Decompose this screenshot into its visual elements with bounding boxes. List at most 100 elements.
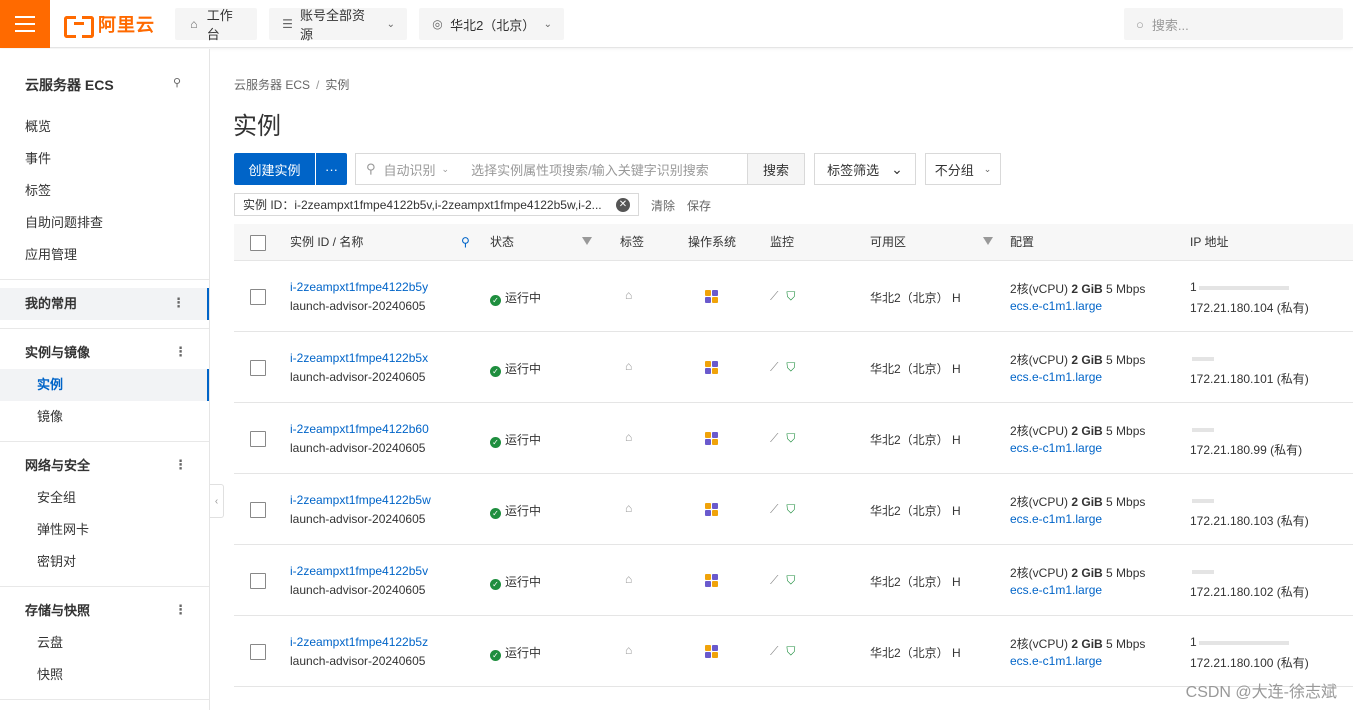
row-checkbox[interactable] (250, 360, 266, 376)
sidebar-item-disk[interactable]: 云盘 (0, 627, 209, 659)
tag-icon[interactable]: ⌂ (625, 430, 632, 444)
row-checkbox[interactable] (250, 431, 266, 447)
tag-icon[interactable]: ⌂ (625, 643, 632, 657)
shield-icon[interactable]: ⛉ (786, 289, 795, 303)
breadcrumb-current: 实例 (325, 78, 350, 92)
more-icon[interactable]: ⋮ (174, 337, 187, 367)
public-ip-fragment: 1 (1190, 280, 1197, 294)
aliyun-logo[interactable]: 阿里云 (64, 12, 155, 38)
chart-icon[interactable]: ⟋ (770, 644, 778, 658)
instance-spec-link[interactable]: ecs.e-c1m1.large (1010, 299, 1102, 313)
instance-id-link[interactable]: i-2zeampxt1fmpe4122b60 (290, 422, 429, 436)
redacted-ip (1198, 285, 1289, 290)
sidebar-item-tags[interactable]: 标签 (0, 175, 209, 207)
chart-icon[interactable]: ⟋ (770, 573, 778, 587)
sidebar-item-security-group[interactable]: 安全组 (0, 482, 209, 514)
sidebar-item-label: 安全组 (37, 490, 77, 505)
more-actions-button[interactable]: ··· (316, 153, 347, 185)
sidebar-item-app-management[interactable]: 应用管理 (0, 239, 209, 271)
instance-spec-link[interactable]: ecs.e-c1m1.large (1010, 441, 1102, 455)
chart-icon[interactable]: ⟋ (770, 502, 778, 516)
more-icon[interactable]: ⋮ (174, 595, 187, 625)
instance-spec-link[interactable]: ecs.e-c1m1.large (1010, 370, 1102, 384)
sidebar-group-favorites[interactable]: 我的常用 ⋮ (0, 288, 209, 320)
sidebar-search-icon[interactable]: ⚲ (173, 76, 181, 89)
shield-icon[interactable]: ⛉ (786, 431, 795, 445)
check-circle-icon: ✓ (490, 295, 501, 306)
tag-icon[interactable]: ⌂ (625, 572, 632, 586)
search-icon[interactable]: ⚲ (461, 224, 470, 261)
sidebar-collapse-handle[interactable]: ‹ (210, 484, 224, 518)
search-button[interactable]: 搜索 (747, 153, 805, 185)
instance-spec-link[interactable]: ecs.e-c1m1.large (1010, 583, 1102, 597)
status-cell: ✓ 运行中 (490, 360, 541, 377)
select-all-checkbox[interactable] (250, 235, 266, 251)
save-filter-link[interactable]: 保存 (687, 197, 711, 214)
sidebar-item-instances[interactable]: 实例 (0, 369, 209, 401)
check-circle-icon: ✓ (490, 650, 501, 661)
filter-icon[interactable] (582, 237, 592, 245)
sidebar-item-keypair[interactable]: 密钥对 (0, 546, 209, 578)
row-checkbox[interactable] (250, 502, 266, 518)
search-mode-dropdown[interactable]: 自动识别 ⌄ (384, 160, 450, 179)
table-row: i-2zeampxt1fmpe4122b5v launch-advisor-202… (234, 545, 1353, 616)
clear-filter-link[interactable]: 清除 (651, 197, 675, 214)
global-search-input[interactable]: ○ 搜索... (1124, 8, 1343, 40)
chart-icon[interactable]: ⟋ (770, 289, 778, 303)
sidebar-group-network-security[interactable]: 网络与安全 ⋮ (0, 450, 209, 482)
instance-id-link[interactable]: i-2zeampxt1fmpe4122b5v (290, 564, 428, 578)
tag-icon[interactable]: ⌂ (625, 288, 632, 302)
tag-filter-dropdown[interactable]: 标签筛选 ⌄ (814, 153, 916, 185)
shield-icon[interactable]: ⛉ (786, 502, 795, 516)
shield-icon[interactable]: ⛉ (786, 360, 795, 374)
chart-icon[interactable]: ⟋ (770, 431, 778, 445)
instance-spec-link[interactable]: ecs.e-c1m1.large (1010, 512, 1102, 526)
instance-spec-link[interactable]: ecs.e-c1m1.large (1010, 654, 1102, 668)
sidebar-item-eni[interactable]: 弹性网卡 (0, 514, 209, 546)
region-dropdown[interactable]: ◎ 华北2（北京） ⌄ (419, 8, 564, 40)
chart-icon[interactable]: ⟋ (770, 360, 778, 374)
sidebar-item-snapshot[interactable]: 快照 (0, 659, 209, 691)
sidebar-item-label: 实例 (37, 377, 64, 392)
more-icon[interactable]: ⋮ (174, 450, 187, 480)
resources-dropdown[interactable]: ☰ 账号全部资源 ⌄ (269, 8, 407, 42)
shield-icon[interactable]: ⛉ (786, 573, 795, 587)
breadcrumb: 云服务器 ECS / 实例 (234, 76, 349, 93)
sidebar-item-overview[interactable]: 概览 (0, 111, 209, 143)
status-cell: ✓ 运行中 (490, 644, 541, 661)
table-row: i-2zeampxt1fmpe4122b5w launch-advisor-202… (234, 474, 1353, 545)
instance-id-link[interactable]: i-2zeampxt1fmpe4122b5x (290, 351, 428, 365)
create-instance-button[interactable]: 创建实例 (234, 153, 315, 185)
tag-icon[interactable]: ⌂ (625, 501, 632, 515)
row-checkbox[interactable] (250, 289, 266, 305)
instance-id-link[interactable]: i-2zeampxt1fmpe4122b5z (290, 635, 428, 649)
public-ip (1190, 493, 1214, 507)
zone-text: 华北2（北京） H (870, 575, 961, 589)
os-icon (705, 503, 719, 520)
instance-id-link[interactable]: i-2zeampxt1fmpe4122b5y (290, 280, 428, 294)
table-row: i-2zeampxt1fmpe4122b5z launch-advisor-202… (234, 616, 1353, 687)
close-icon[interactable]: ✕ (616, 198, 630, 212)
menu-icon[interactable] (0, 0, 50, 48)
instance-id-link[interactable]: i-2zeampxt1fmpe4122b5w (290, 493, 431, 507)
sidebar-item-troubleshoot[interactable]: 自助问题排查 (0, 207, 209, 239)
sidebar-group-instances-images[interactable]: 实例与镜像 ⋮ (0, 337, 209, 369)
row-checkbox[interactable] (250, 573, 266, 589)
sidebar-group-storage-snapshot[interactable]: 存储与快照 ⋮ (0, 595, 209, 627)
shield-icon[interactable]: ⛉ (786, 644, 795, 658)
sidebar-item-label: 概览 (25, 119, 52, 134)
group-select-dropdown[interactable]: 不分组 ⌄ (925, 153, 1001, 185)
instance-search-input[interactable]: ⚲ 自动识别 ⌄ 选择实例属性项搜索/输入关键字识别搜索 (355, 153, 748, 185)
config-cpu: 2核(vCPU) (1010, 637, 1069, 651)
filter-icon[interactable] (983, 237, 993, 245)
sidebar-item-events[interactable]: 事件 (0, 143, 209, 175)
more-icon[interactable]: ⋮ (172, 288, 185, 318)
sidebar-item-images[interactable]: 镜像 (0, 401, 209, 433)
status-text: 运行中 (505, 504, 542, 518)
tag-icon[interactable]: ⌂ (625, 359, 632, 373)
row-checkbox[interactable] (250, 644, 266, 660)
os-icon (705, 574, 719, 591)
workbench-button[interactable]: ⌂ 工作台 (175, 8, 257, 42)
breadcrumb-root[interactable]: 云服务器 ECS (234, 78, 310, 92)
private-ip: 172.21.180.103 (私有) (1190, 514, 1309, 528)
